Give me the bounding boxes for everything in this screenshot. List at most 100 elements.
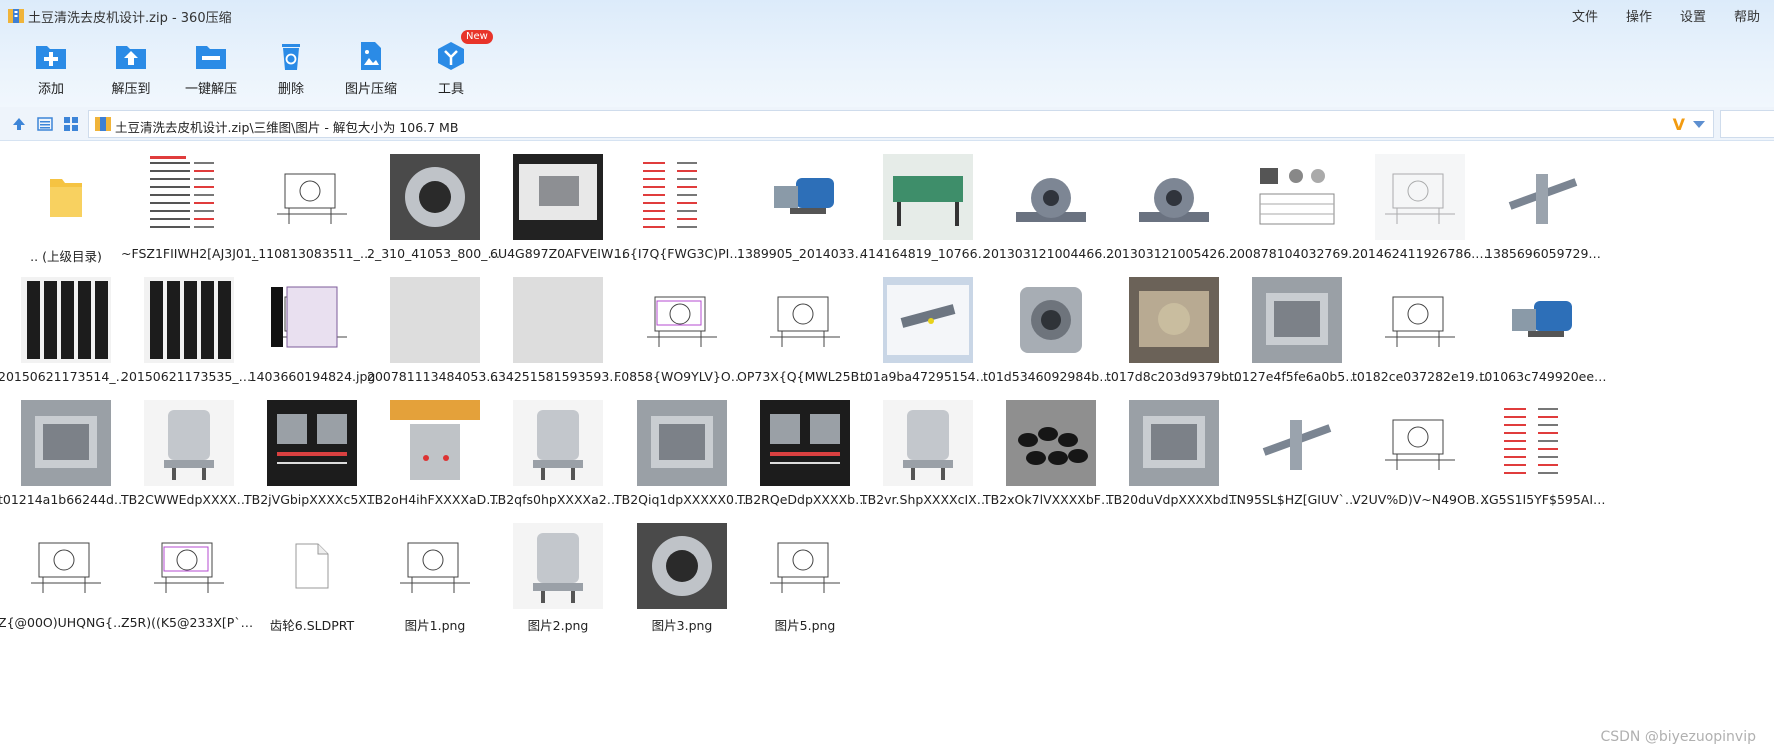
extract-to-label: 解压到 (111, 82, 151, 97)
file-item[interactable]: TN95SL$HZ[GIUV`B)… (1229, 388, 1365, 508)
file-item[interactable]: 20130312100542652…. (1106, 142, 1242, 262)
file-name: 1385696059729… (1485, 246, 1601, 261)
thumbnail-view-icon[interactable] (63, 116, 79, 132)
file-item[interactable]: t017d8c203d9379b6… (1106, 265, 1242, 385)
file-name: TB2vr.ShpXXXXcIXpX… (860, 492, 996, 507)
file-item[interactable]: ~FSZ1FIIWH2[AJ3J0(… (121, 142, 257, 262)
file-name: t0182ce037282e1924… (1352, 369, 1488, 384)
file-item[interactable]: 1403660194824.jpg (244, 265, 380, 385)
quick-extract-button[interactable]: 一键解压 (171, 34, 251, 98)
parent-folder-item[interactable]: .. (上级目录) (0, 142, 134, 264)
image-thumbnail (1495, 277, 1591, 363)
image-compress-label: 图片压缩 (344, 82, 397, 97)
image-thumbnail (18, 400, 114, 486)
file-item[interactable]: 图片1.png (367, 511, 503, 633)
file-item[interactable]: 图片5.png (737, 511, 873, 633)
file-item[interactable]: 200878104032769.jpg (1229, 142, 1365, 262)
file-item[interactable]: 20150621173514_271… (0, 265, 134, 385)
file-item[interactable]: t01063c749920ee… (1475, 265, 1611, 385)
add-button[interactable]: 添加 (11, 34, 91, 98)
file-name: t01214a1b66244de89… (0, 492, 134, 507)
file-name: t017d8c203d9379b6… (1106, 369, 1242, 384)
image-thumbnail (1249, 400, 1345, 486)
file-item[interactable]: XG5S1I5YF$595AI… (1475, 388, 1611, 508)
v-logo-icon[interactable]: V (1673, 115, 1685, 134)
image-compress-button[interactable]: 图片压缩 (331, 34, 411, 98)
extract-to-button[interactable]: 解压到 (91, 34, 171, 98)
image-thumbnail (510, 277, 606, 363)
quick-extract-icon (196, 46, 226, 69)
image-thumbnail (1372, 400, 1468, 486)
file-item[interactable]: TB2Qiq1dpXXXXX0X… (614, 388, 750, 508)
address-bar[interactable]: 土豆清洗去皮机设计.zip\三维图\图片 - 解包大小为 106.7 MB V (88, 110, 1714, 138)
file-name: 200878104032769.jpg (1229, 246, 1365, 261)
file-item[interactable]: 20150621173535_646… (121, 265, 257, 385)
file-name: TB2xOk7lVXXXXbFXX… (983, 492, 1119, 507)
image-thumbnail (18, 277, 114, 363)
file-item[interactable]: 图片3.png (614, 511, 750, 633)
file-item[interactable]: Z5R)((K5@233X[P`HL(… (121, 511, 257, 631)
file-name: 414164819_1076696… (860, 246, 996, 261)
menu-help[interactable]: 帮助 (1734, 6, 1760, 25)
delete-button[interactable]: 删除 (251, 34, 331, 98)
title-toolbar-area: 土豆清洗去皮机设计.zip - 360压缩 文件 操作 设置 帮助 添加 解压到 (0, 0, 1774, 107)
file-item[interactable]: t0127e4f5fe6a0b5a1… (1229, 265, 1365, 385)
file-item[interactable]: 2007811134840535.jpg (367, 265, 503, 385)
file-item[interactable]: t0182ce037282e1924… (1352, 265, 1488, 385)
file-item[interactable]: 6U4G897Z0AFVEIW}}… (490, 142, 626, 262)
list-view-icon[interactable] (37, 116, 53, 132)
file-item[interactable]: TB2CWWEdpXXXXb… (121, 388, 257, 508)
menu-file[interactable]: 文件 (1572, 6, 1598, 25)
file-item[interactable]: Z{@00O)UHQNG{V… (0, 511, 134, 631)
image-thumbnail (634, 400, 730, 486)
file-name: 20150621173535_646… (121, 369, 257, 384)
image-thumbnail (387, 154, 483, 240)
tools-label: 工具 (437, 82, 464, 97)
file-item[interactable]: 图片2.png (490, 511, 626, 633)
file-item[interactable]: 201462411926786.jpg (1352, 142, 1488, 262)
file-item[interactable]: 16{I7Q{FWG3C)PIDC`… (614, 142, 750, 262)
file-item[interactable]: OP73X{Q{MWL25B9`… (737, 265, 873, 385)
image-thumbnail (1003, 400, 1099, 486)
image-thumbnail (264, 154, 360, 240)
image-thumbnail (141, 400, 237, 486)
add-label: 添加 (37, 82, 64, 97)
file-item[interactable]: t01214a1b66244de89… (0, 388, 134, 508)
tools-icon (438, 42, 464, 70)
file-item[interactable]: 1389905_201403301… (737, 142, 873, 262)
file-item[interactable]: TB2jVGbipXXXXc5XX… (244, 388, 380, 508)
file-name: 2_310_41053_800_60… (367, 246, 503, 261)
image-thumbnail (510, 523, 606, 609)
file-item[interactable]: 414164819_1076696… (860, 142, 996, 262)
toolbar: 添加 解压到 一键解压 删除 图片压缩 New 工具 (0, 30, 520, 98)
image-thumbnail (1126, 277, 1222, 363)
file-item[interactable]: t01d5346092984bac7… (983, 265, 1119, 385)
file-item[interactable]: TB2RQeDdpXXXXbA… (737, 388, 873, 508)
file-item[interactable]: 2_310_41053_800_60… (367, 142, 503, 262)
file-item[interactable]: TB2oH4ihFXXXXaDX… (367, 388, 503, 508)
file-item[interactable]: t01a9ba472951544d4… (860, 265, 996, 385)
file-item[interactable]: TB20duVdpXXXXbdX… (1106, 388, 1242, 508)
menu-settings[interactable]: 设置 (1680, 6, 1706, 25)
search-input[interactable] (1720, 110, 1774, 138)
file-item[interactable]: TB2qfs0hpXXXXa2Xp… (490, 388, 626, 508)
up-arrow-icon[interactable] (11, 116, 27, 132)
image-compress-icon (361, 42, 381, 70)
file-item[interactable]: 634251581593593​75… (490, 265, 626, 385)
file-name: V2UV%D)V~N49OB… (1352, 492, 1488, 507)
file-name: 20130312100542652…. (1106, 246, 1242, 261)
tools-button[interactable]: New 工具 (411, 30, 493, 98)
file-item[interactable]: V2UV%D)V~N49OB… (1352, 388, 1488, 508)
menu-operate[interactable]: 操作 (1626, 6, 1652, 25)
file-item[interactable]: TB2xOk7lVXXXXbFXX… (983, 388, 1119, 508)
file-name: TB2Qiq1dpXXXXX0X… (614, 492, 750, 507)
file-item[interactable]: TB2vr.ShpXXXXcIXpX… (860, 388, 996, 508)
archive-app-icon (8, 9, 24, 23)
file-item[interactable]: 20130312100446601…. (983, 142, 1119, 262)
file-item[interactable]: 1_110813083511_1.jpg (244, 142, 380, 262)
dropdown-arrow-icon[interactable] (1693, 121, 1705, 128)
file-name: .. (上级目录) (30, 249, 102, 264)
file-item[interactable]: 齿轮6.SLDPRT (244, 511, 380, 633)
file-item[interactable]: 1385696059729… (1475, 142, 1611, 262)
file-item[interactable]: F0858{WO9YLV}OF}… (614, 265, 750, 385)
